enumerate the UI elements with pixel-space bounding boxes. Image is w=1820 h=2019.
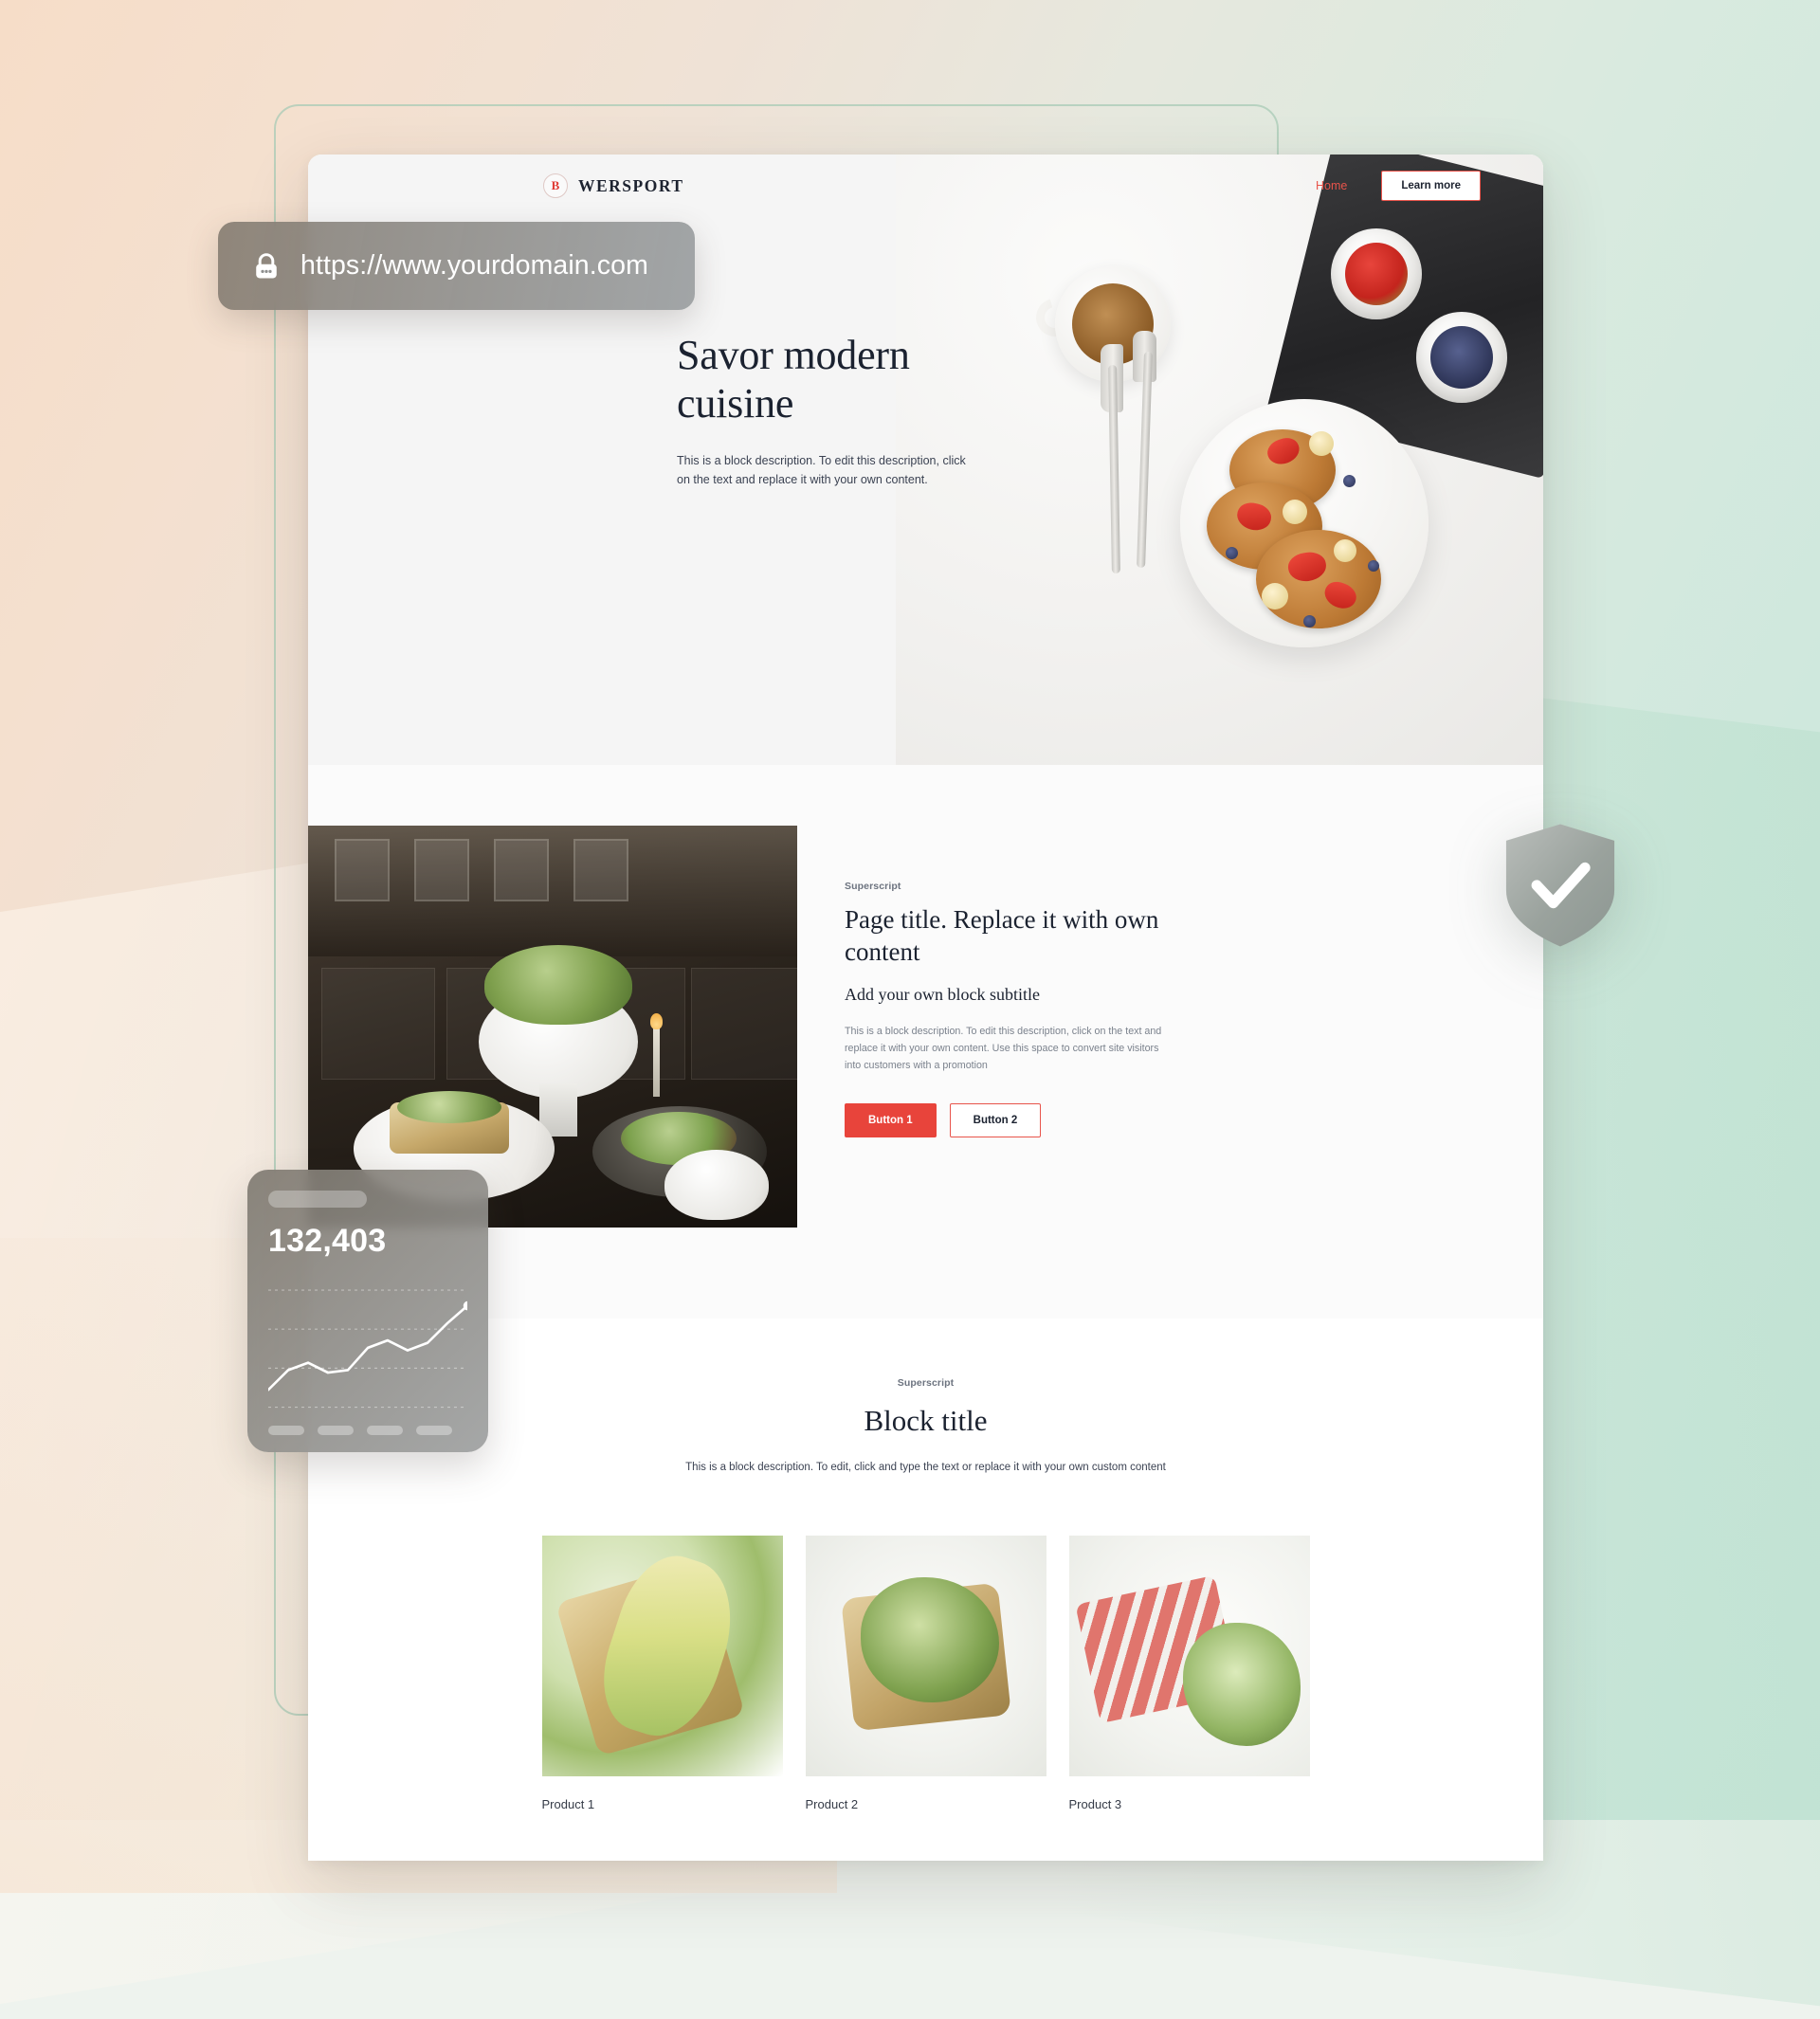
line-chart-svg — [268, 1289, 467, 1409]
side-bowl — [664, 1150, 769, 1220]
products-title: Block title — [864, 1404, 988, 1437]
hero-description: This is a block description. To edit thi… — [677, 453, 966, 487]
product-grid: Product 1 Product 2 Product 3 — [308, 1535, 1543, 1811]
feature-description: This is a block description. To edit thi… — [845, 1026, 1162, 1071]
hero-title-line-1: Savor modern — [677, 332, 910, 378]
hero-title: Savor modern cuisine — [677, 331, 1056, 428]
stats-line-chart — [268, 1275, 467, 1418]
navbar-right-group: Home Learn more — [1316, 171, 1481, 201]
product-card[interactable]: Product 2 — [805, 1535, 1046, 1811]
feature-subtitle: Add your own block subtitle — [845, 985, 1040, 1005]
table-candle — [650, 1013, 663, 1097]
hero-copy: Savor modern cuisine This is a block des… — [677, 331, 1056, 489]
pancake-bottom — [1256, 530, 1381, 628]
products-section: Superscript Block title This is a block … — [308, 1319, 1543, 1811]
wall-frame — [414, 839, 469, 901]
nav-link-home[interactable]: Home — [1316, 179, 1347, 192]
feature-superscript: Superscript — [845, 881, 901, 892]
strawberry-bowl — [1331, 228, 1422, 319]
brand-name: WERSPORT — [578, 175, 684, 195]
stats-value: 132,403 — [268, 1223, 387, 1259]
cafe-cubby — [691, 968, 797, 1080]
learn-more-button[interactable]: Learn more — [1381, 171, 1481, 201]
blueberry-bowl — [1416, 312, 1507, 403]
url-bar-overlay[interactable]: https://www.yourdomain.com — [218, 222, 695, 310]
wall-frame — [494, 839, 549, 901]
hero-title-line-2: cuisine — [677, 380, 794, 427]
button-2[interactable]: Button 2 — [949, 1102, 1042, 1137]
feature-copy: Superscript Page title. Replace it with … — [845, 826, 1186, 1228]
wall-frame — [573, 839, 628, 901]
product-name: Product 3 — [1068, 1796, 1122, 1811]
products-superscript: Superscript — [897, 1377, 955, 1389]
stats-legend-pills — [268, 1426, 467, 1435]
shield-check-icon — [1505, 824, 1615, 947]
product-card[interactable]: Product 3 — [1068, 1535, 1310, 1811]
feature-button-row: Button 1 Button 2 — [845, 1102, 1186, 1137]
banana-slice — [1334, 539, 1356, 562]
salad-greens — [484, 945, 632, 1025]
stats-card-overlay: 132,403 — [247, 1170, 488, 1452]
brand-logo[interactable]: B WERSPORT — [543, 173, 684, 198]
feature-restaurant-photo — [308, 826, 797, 1228]
blueberries — [1430, 326, 1493, 389]
legend-pill — [268, 1426, 304, 1435]
brand-mark-icon: B — [543, 173, 568, 198]
products-description: This is a block description. To edit, cl… — [685, 1462, 1166, 1473]
product-image — [1068, 1535, 1310, 1776]
blueberry — [1226, 547, 1238, 559]
feature-section: Superscript Page title. Replace it with … — [308, 765, 1543, 1319]
lock-icon — [256, 252, 277, 278]
product-name: Product 1 — [541, 1796, 595, 1811]
button-1[interactable]: Button 1 — [845, 1102, 937, 1137]
strawberries — [1345, 243, 1408, 305]
banana-slice — [1262, 583, 1288, 609]
legend-pill — [367, 1426, 403, 1435]
product-image — [805, 1535, 1046, 1776]
product-image — [541, 1535, 783, 1776]
url-text: https://www.yourdomain.com — [300, 250, 648, 281]
chart-line-path — [268, 1304, 467, 1391]
feature-title: Page title. Replace it with own content — [845, 905, 1159, 967]
wall-frame — [335, 839, 390, 901]
cafe-cubby — [321, 968, 435, 1080]
avocado-toast — [390, 1091, 509, 1154]
fork-handle — [1137, 351, 1153, 569]
banana-slice — [1283, 500, 1307, 524]
website-preview-window: B WERSPORT Home Learn more Savor modern … — [308, 155, 1543, 1861]
legend-pill — [416, 1426, 452, 1435]
product-name: Product 2 — [805, 1796, 859, 1811]
site-navbar: B WERSPORT Home Learn more — [308, 155, 1543, 217]
product-card[interactable]: Product 1 — [541, 1535, 783, 1811]
blueberry — [1368, 560, 1379, 572]
blueberry — [1343, 475, 1356, 487]
blueberry — [1303, 615, 1316, 628]
legend-pill — [318, 1426, 354, 1435]
stats-skeleton-bar — [268, 1191, 367, 1208]
banana-slice — [1309, 431, 1334, 456]
